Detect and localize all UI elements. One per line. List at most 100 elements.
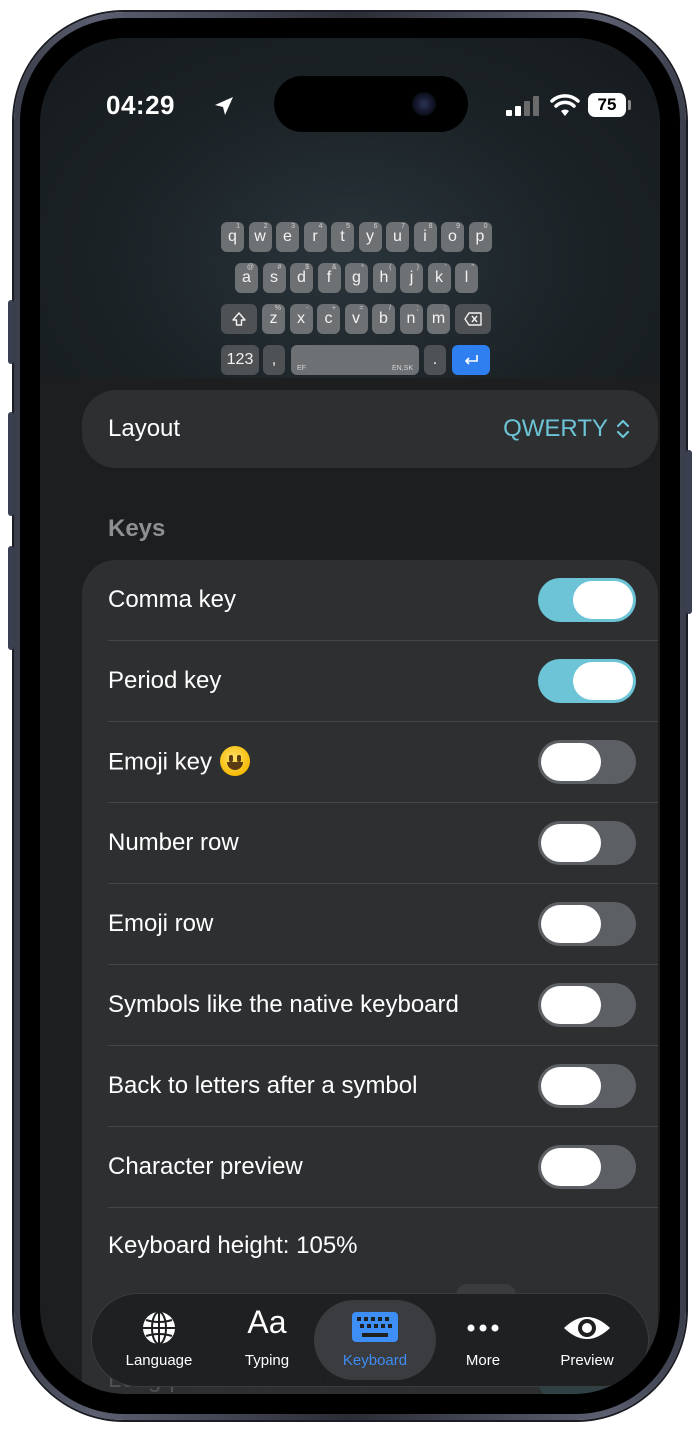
key-t: t5 — [331, 222, 354, 252]
tab-bar: Language Aa Typing Keyboard More Preview — [92, 1294, 648, 1386]
tab-keyboard[interactable]: Keyboard — [320, 1294, 430, 1386]
battery-nub — [628, 100, 631, 110]
row-keyboard-height[interactable]: Keyboard height: 105% — [82, 1208, 658, 1289]
tab-label: Preview — [560, 1352, 614, 1369]
tab-more[interactable]: More — [428, 1294, 538, 1386]
key-hint: ; — [416, 305, 419, 312]
key-hint: & — [331, 264, 337, 271]
key-label: i — [423, 228, 427, 245]
row-label-wrap: Emoji key — [108, 746, 251, 778]
key-hint: - — [306, 305, 309, 312]
row-label: Symbols like the native keyboard — [108, 991, 459, 1018]
toggle-knob — [541, 1148, 601, 1186]
ellipsis-icon — [467, 1324, 499, 1332]
toggle-knob — [541, 905, 601, 943]
toggle-knob — [541, 743, 601, 781]
key-r: r4 — [303, 222, 327, 252]
key-hint: ) — [416, 264, 419, 271]
key-hint: $ — [305, 264, 309, 271]
layout-value: QWERTY — [503, 415, 608, 442]
volume-down-button — [8, 546, 14, 650]
key-label: 123 — [226, 351, 254, 368]
tab-label: Typing — [244, 1352, 290, 1369]
key-label: e — [283, 228, 292, 245]
battery-indicator: 75 — [588, 93, 626, 117]
eye-icon — [564, 1317, 610, 1339]
comma-key-toggle[interactable] — [538, 578, 636, 622]
tab-preview[interactable]: Preview — [532, 1294, 642, 1386]
key-hint: # — [277, 264, 282, 271]
action-button — [8, 300, 14, 364]
key-hint: 6 — [373, 223, 378, 230]
tab-label: More — [465, 1352, 501, 1369]
key-c: c + — [317, 304, 340, 334]
key-label: p — [475, 228, 485, 245]
volume-up-button — [8, 412, 14, 516]
wifi-icon — [550, 94, 580, 116]
key-label: s — [270, 269, 278, 286]
key-label: c — [324, 310, 333, 327]
row-number-row: Number row — [82, 803, 658, 884]
layout-row[interactable]: Layout QWERTY — [82, 390, 658, 468]
backspace-key — [455, 304, 491, 334]
key-label: , — [271, 351, 277, 368]
toggle-knob — [573, 662, 633, 700]
text-aa-icon: Aa — [247, 1304, 287, 1340]
screen: 04:29 75 q 1 w 2 e 3 r 4 t 5 y 6 u 7 i 8 o 9 p 0 a @ s # d $ f & g * h… — [40, 38, 660, 1394]
tab-label: Language — [125, 1352, 193, 1369]
toggle-knob — [541, 824, 601, 862]
shift-icon — [232, 312, 246, 326]
native-symbols-toggle[interactable] — [538, 983, 636, 1027]
key-label: w — [254, 228, 266, 245]
key-hint: 0 — [483, 223, 488, 230]
key-hint: 1 — [236, 223, 240, 230]
emoji-row-toggle[interactable] — [538, 902, 636, 946]
key-u: u7 — [386, 222, 409, 252]
tab-typing[interactable]: Aa Typing — [212, 1294, 322, 1386]
side-power-button — [686, 450, 692, 614]
front-camera — [412, 92, 436, 116]
back-to-letters-toggle[interactable] — [538, 1064, 636, 1108]
key-v: v = — [344, 304, 368, 334]
phone-frame: 04:29 75 q 1 w 2 e 3 r 4 t 5 y 6 u 7 i 8 o 9 p 0 a @ s # d $ f & g * h… — [14, 12, 686, 1420]
layout-picker[interactable]: QWERTY — [503, 415, 630, 443]
period-key-toggle[interactable] — [538, 659, 636, 703]
key-m: m: — [427, 304, 450, 334]
key-j: j) — [400, 263, 423, 293]
key-label: o — [448, 228, 457, 245]
key-hint: 2 — [263, 223, 268, 230]
keys-card: Comma key Period key Emoji key Number ro… — [82, 560, 658, 1394]
tab-language[interactable]: Language — [104, 1294, 214, 1386]
key-label: y — [366, 228, 374, 245]
row-back-to-letters: Back to letters after a symbol — [82, 1046, 658, 1127]
key-y: y6 — [358, 222, 382, 252]
row-emoji-key: Emoji key — [82, 722, 658, 803]
space-key: EF EN,SK — [291, 345, 419, 375]
key-label: k — [435, 269, 443, 286]
character-preview-toggle[interactable] — [538, 1145, 636, 1189]
row-label: Emoji key — [108, 748, 213, 776]
key-label: j — [409, 269, 414, 286]
key-hint: ( — [389, 264, 392, 271]
row-label: Comma key — [108, 586, 237, 613]
backspace-icon — [464, 312, 482, 326]
emoji-key-toggle[interactable] — [538, 740, 636, 784]
key-hint: % — [274, 305, 281, 312]
key-e: e3 — [276, 222, 299, 252]
key-hint: 7 — [401, 223, 405, 230]
toggle-knob — [573, 581, 633, 619]
key-label: v — [352, 310, 360, 327]
keyboard-height-label: Keyboard height: 105% — [108, 1232, 358, 1259]
row-label: Number row — [108, 829, 239, 856]
row-comma-key: Comma key — [82, 560, 658, 641]
key-z: z% — [262, 304, 285, 334]
key-a: a @ — [235, 263, 258, 293]
key-hint: 3 — [291, 223, 295, 230]
tab-label: Keyboard — [342, 1352, 408, 1369]
key-label: l — [464, 269, 469, 286]
key-w: w2 — [248, 222, 272, 252]
key-label: h — [379, 269, 389, 286]
space-right-tag: EN,SK — [391, 365, 413, 372]
number-row-toggle[interactable] — [538, 821, 636, 865]
key-f: f & — [317, 263, 341, 293]
